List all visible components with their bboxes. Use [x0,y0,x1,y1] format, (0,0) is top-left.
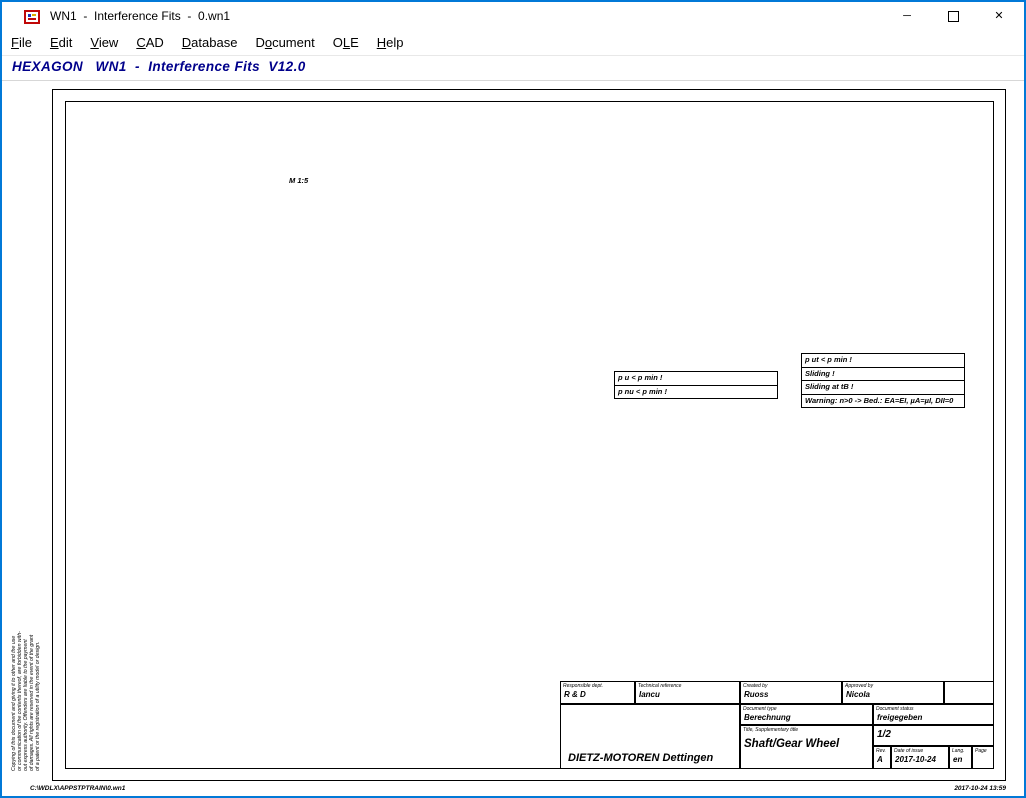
warning-box-right: p ut < p min !Sliding !Sliding at tB !Wa… [801,353,965,408]
copyright-notice: Copying of this document and giving it t… [11,565,41,771]
list-line: Warning: n>0 -> Bed.: EA=EI, µA=µI, DII=… [802,394,964,408]
app-window: WN1 - Interference Fits - 0.wn1 ─ ✕ File… [0,0,1026,798]
menu-item-edit[interactable]: Edit [41,31,81,50]
approved-by-value: Nicola [843,690,943,699]
menu-item-help[interactable]: Help [368,31,413,50]
chart-pmax [802,490,1002,648]
minimize-button[interactable]: ─ [884,2,930,31]
document-status-label: Document status [874,705,993,713]
menu-item-ole[interactable]: OLE [324,31,368,50]
menu-item-database[interactable]: Database [173,31,247,50]
menu-bar: FileEditViewCADDatabaseDocumentOLEHelp [2,31,1024,56]
header-separator [2,80,1024,81]
company-cell: DIETZ-MOTOREN Dettingen [560,704,740,769]
document-type-value: Berechnung [741,713,872,722]
section-drawing [182,237,452,687]
responsible-dept-value: R & D [561,690,634,699]
menu-item-cad[interactable]: CAD [127,31,172,50]
title-bar[interactable]: WN1 - Interference Fits - 0.wn1 ─ ✕ [2,2,1024,31]
sheet-number: 1/2 [874,726,993,740]
app-header-title: HEXAGON WN1 - Interference Fits V12.0 [12,59,306,74]
document-type-label: Document type [741,705,872,713]
zone-numbers-top [65,89,994,101]
page-label: Page [973,747,993,755]
window-title: WN1 - Interference Fits - 0.wn1 [50,9,230,23]
maximize-button[interactable] [930,2,976,31]
lang-label: Lang. [950,747,971,755]
menu-item-document[interactable]: Document [246,31,323,50]
date-of-issue-value: 2017-10-24 [892,755,948,764]
lang-value: en [950,755,971,764]
technical-reference-value: Iancu [636,690,739,699]
menu-item-file[interactable]: File [2,31,41,50]
close-button[interactable]: ✕ [976,2,1022,31]
list-line: p u < p min ! [615,372,777,385]
responsible-dept-label: Responsible dept. [561,682,634,690]
warning-box-left: p u < p min !p nu < p min ! [614,371,778,399]
status-timestamp: 2017-10-24 13:59 [954,785,1006,792]
company-name: DIETZ-MOTOREN Dettingen [565,752,716,764]
app-icon[interactable] [24,9,40,25]
list-line: of a patent or the registration of a uti… [35,565,41,771]
list-line: Sliding at tB ! [802,380,964,394]
title-block-empty-cell [944,681,994,704]
list-line: p ut < p min ! [802,354,964,367]
zone-letters-left [53,101,65,769]
document-status-value: freigegeben [874,713,993,722]
status-bar: C:\WDLX\APPSTPTRAIN\0.wn1 2017-10-24 13:… [2,782,1024,796]
file-path: C:\WDLX\APPSTPTRAIN\0.wn1 [30,785,125,792]
list-line: Sliding ! [802,367,964,381]
created-by-label: Created by [741,682,841,690]
approved-by-label: Approved by [843,682,943,690]
maximize-icon [948,11,959,22]
drawing-title-label: Title, Supplementary title [741,726,872,734]
rev-label: Rev. [874,747,890,755]
technical-reference-label: Technical reference [636,682,739,690]
close-icon: ✕ [994,10,1003,22]
rev-value: A [874,755,890,764]
chart-torque [597,494,797,649]
created-by-value: Ruoss [741,690,841,699]
zone-letters-right [994,101,1006,769]
list-line: p nu < p min ! [615,385,777,399]
minimize-icon: ─ [903,10,911,22]
drawing-title-value: Shaft/Gear Wheel [741,734,872,750]
zone-numbers-bottom [65,769,994,781]
scale-label: M 1:5 [289,175,308,187]
menu-item-view[interactable]: View [81,31,127,50]
date-of-issue-label: Date of issue [892,747,948,755]
